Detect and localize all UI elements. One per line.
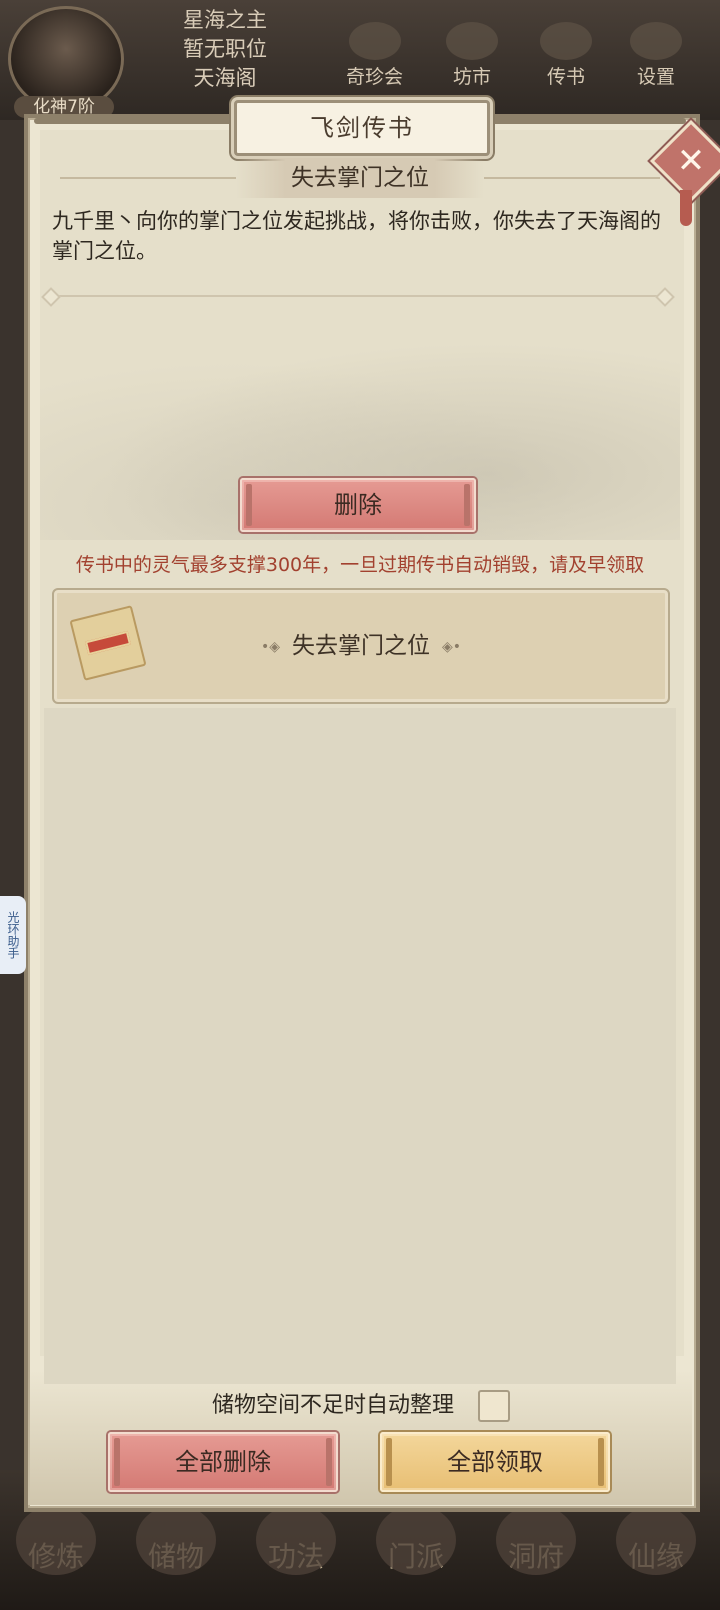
claim-all-button[interactable]: 全部领取 — [380, 1432, 610, 1492]
mail-list[interactable] — [44, 708, 676, 1384]
title-ornament-left — [34, 118, 234, 124]
player-sect: 天海阁 — [193, 66, 257, 90]
mail-list-item[interactable]: •◈ 失去掌门之位 ◈• — [52, 588, 670, 704]
nav-storage[interactable]: 储物 — [126, 1505, 226, 1575]
gear-icon — [630, 22, 682, 60]
nav-letter[interactable]: 传书 — [540, 22, 592, 89]
dialog-title: 飞剑传书 — [234, 100, 490, 156]
background-left — [0, 120, 28, 1470]
ornament-right-icon: ◈• — [442, 638, 462, 655]
treasure-pavilion-icon — [348, 22, 401, 60]
player-name: 星海之主 — [183, 8, 267, 32]
letter-icon — [540, 22, 592, 60]
helper-tab[interactable]: 光环助手 — [0, 896, 26, 974]
title-ornament-right — [486, 118, 686, 124]
player-position: 暂无职位 — [183, 37, 267, 61]
auto-sort-checkbox[interactable] — [478, 1390, 510, 1422]
title-line-right — [484, 177, 660, 179]
close-icon: ✕ — [676, 141, 706, 181]
technique-icon — [256, 1505, 336, 1575]
nav-sect[interactable]: 门派 — [366, 1505, 466, 1575]
storage-icon — [136, 1505, 216, 1575]
nav-settings[interactable]: 设置 — [630, 22, 682, 89]
expiry-notice: 传书中的灵气最多支撑300年，一旦过期传书自动销毁，请及早领取 — [75, 554, 645, 576]
fate-icon — [616, 1505, 696, 1575]
delete-all-button[interactable]: 全部删除 — [108, 1432, 338, 1492]
nav-cave[interactable]: 洞府 — [486, 1505, 586, 1575]
auto-sort-label: 储物空间不足时自动整理 — [212, 1393, 455, 1418]
background-right — [692, 120, 720, 1470]
message-divider — [50, 295, 666, 297]
delete-button[interactable]: 删除 — [240, 478, 476, 532]
player-realm: 化神7阶 — [14, 96, 114, 118]
mail-item-title: 失去掌门之位 — [292, 633, 430, 659]
title-line-left — [60, 177, 236, 179]
player-info: 星海之主 暂无职位 天海阁 — [165, 6, 285, 93]
sect-icon — [376, 1505, 456, 1575]
cave-icon — [496, 1505, 576, 1575]
cultivate-icon — [16, 1505, 96, 1575]
nav-treasure-pavilion[interactable]: 奇珍会 — [346, 22, 403, 89]
message-title: 失去掌门之位 — [236, 158, 484, 198]
nav-cultivate[interactable]: 修炼 — [6, 1505, 106, 1575]
tassel-decoration — [680, 190, 692, 226]
nav-technique[interactable]: 功法 — [246, 1505, 346, 1575]
message-body: 九千里丶向你的掌门之位发起挑战，将你击败，你失去了天海阁的掌门之位。 — [52, 209, 661, 263]
nav-fate[interactable]: 仙缘 — [606, 1505, 706, 1575]
ornament-left-icon: •◈ — [260, 638, 280, 655]
nav-market[interactable]: 坊市 — [446, 22, 498, 89]
market-icon — [446, 22, 498, 60]
